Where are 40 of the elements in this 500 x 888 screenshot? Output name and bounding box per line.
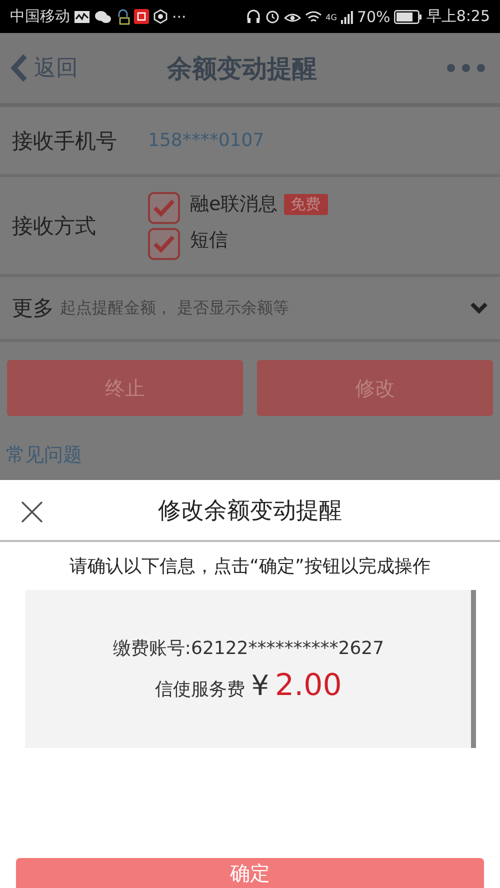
option-label: 融e联消息 <box>190 192 278 216</box>
chat-icon <box>94 10 112 24</box>
back-button[interactable]: 返回 <box>10 53 78 83</box>
headphones-icon <box>246 9 261 24</box>
battery-percent: 70% <box>356 8 390 26</box>
network-type: 4G <box>326 13 337 22</box>
checkbox[interactable] <box>148 192 180 224</box>
hexagon-icon <box>153 9 168 24</box>
fee-label: 信使服务费 <box>155 678 246 700</box>
chevron-left-icon <box>10 53 28 83</box>
field-label: 接收手机号 <box>12 128 118 154</box>
more-label: 更多 <box>12 295 54 322</box>
wifi-icon <box>304 10 322 24</box>
currency-sign: ¥ <box>251 668 270 702</box>
signal-icon <box>340 10 353 24</box>
chart-icon <box>74 10 90 24</box>
account-number: 缴费账号:62122**********2627 <box>112 636 384 660</box>
more-notifications: ··· <box>172 8 186 26</box>
fee-amount: 2.00 <box>275 668 342 702</box>
chevron-down-icon <box>470 302 488 314</box>
lock-icon <box>116 8 130 24</box>
confirm-button[interactable]: 确定 <box>16 858 484 888</box>
phone-number: 158****0107 <box>148 130 264 151</box>
carrier-name: 中国移动 <box>10 7 70 26</box>
checkbox[interactable] <box>148 228 180 260</box>
app-icon <box>134 9 149 24</box>
close-icon[interactable] <box>20 500 44 524</box>
page-title: 余额变动提醒 <box>167 52 317 84</box>
more-icon[interactable] <box>446 63 486 73</box>
instruction-text: 请确认以下信息，点击“确定”按钮以完成操作 <box>68 555 432 579</box>
sheet-title: 修改余额变动提醒 <box>158 496 342 526</box>
option-label: 短信 <box>190 228 228 252</box>
faq-link[interactable]: 常见问题 <box>6 444 82 466</box>
free-badge: 免费 <box>284 194 328 215</box>
clock-time: 早上8:25 <box>426 7 490 26</box>
check-icon <box>152 234 176 254</box>
alarm-icon <box>264 9 280 24</box>
check-icon <box>152 198 176 218</box>
field-label: 接收方式 <box>12 212 97 240</box>
battery-icon <box>394 10 422 24</box>
